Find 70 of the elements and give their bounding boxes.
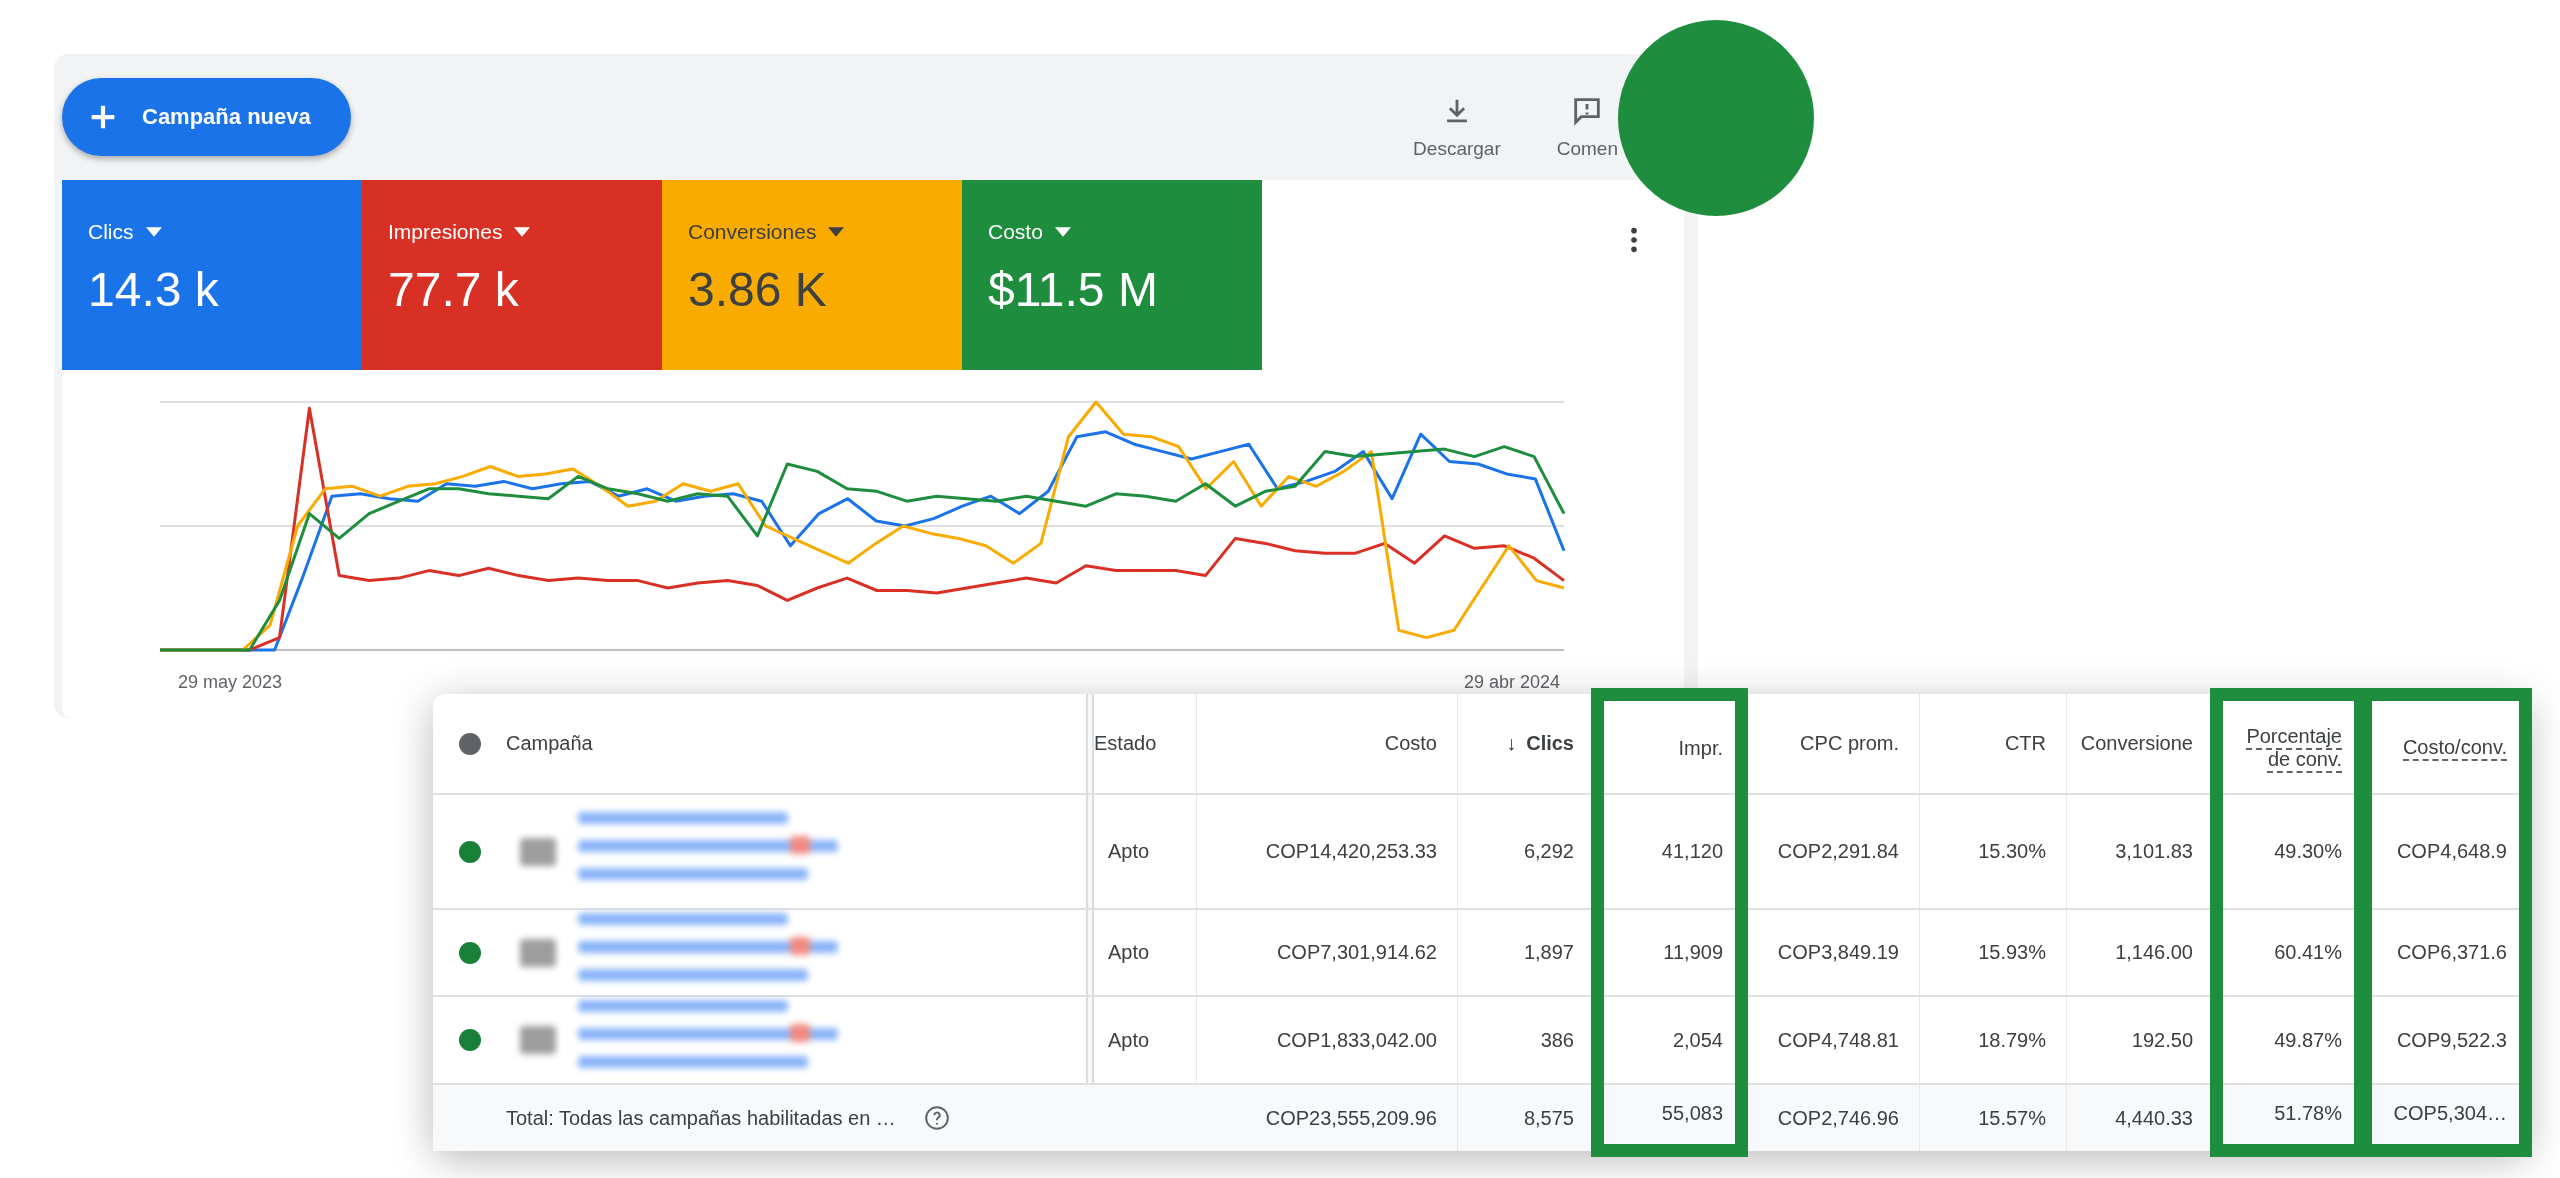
table-cell: COP1,833,042.00 xyxy=(1197,997,1458,1083)
axis-label: 29 may 2023 xyxy=(178,672,283,693)
metric-value: 3.86 K xyxy=(688,262,828,317)
table-cell-text: 60.41% xyxy=(2273,940,2343,965)
table-cell: COP3,849.19 xyxy=(1744,910,1920,995)
table-cell: 15.30% xyxy=(1920,795,2067,908)
total-cell: COP23,555,209.96 xyxy=(1197,1085,1458,1151)
column-header[interactable]: Campaña xyxy=(506,732,593,755)
metric-card[interactable]: Impresiones 77.7 k xyxy=(362,180,662,370)
caret-icon xyxy=(1054,227,1071,237)
table-cell: Apto xyxy=(1094,795,1197,908)
table-cell: 3,101.83 xyxy=(2067,795,2214,908)
column-header[interactable]: Conversione xyxy=(2067,694,2214,793)
metric-card[interactable]: Costo $11.5 M xyxy=(962,180,1262,370)
new-campaign-button[interactable]: Campaña nueva xyxy=(62,78,351,156)
table-cell-text: 41,120 xyxy=(1660,839,1724,864)
column-header[interactable]: CTR xyxy=(1920,694,2067,793)
metric-value: 14.3 k xyxy=(88,262,220,317)
caret-icon xyxy=(828,227,845,237)
caret-icon xyxy=(514,227,531,237)
table-cell-text: 49.30% xyxy=(2273,839,2343,864)
metric-label: Clics xyxy=(88,220,134,244)
download-button[interactable]: Descargar xyxy=(1413,94,1501,160)
table-cell: COP4,748.81 xyxy=(1744,997,1920,1083)
help-icon[interactable] xyxy=(923,1105,950,1131)
total-cell: COP2,746.96 xyxy=(1744,1085,1920,1151)
table-cell: 386 xyxy=(1458,997,1595,1083)
caret-icon xyxy=(145,227,162,237)
table-cell-text: COP6,371.6 xyxy=(2395,940,2508,965)
column-header[interactable]: Estado xyxy=(1094,694,1197,793)
column-header[interactable]: Costo/conv. xyxy=(2374,703,2517,793)
table-cell: Apto xyxy=(1094,910,1197,995)
metric-value: $11.5 M xyxy=(988,262,1159,317)
metric-value: 77.7 k xyxy=(388,262,520,317)
table-cell: 18.79% xyxy=(1920,997,2067,1083)
total-cell-text: COP5,304… xyxy=(2392,1101,2508,1126)
table-cell: COP7,301,914.62 xyxy=(1197,910,1458,995)
status-icon xyxy=(458,732,481,755)
table-cell: 192.50 xyxy=(2067,997,2214,1083)
table-cell: 1,146.00 xyxy=(2067,910,2214,995)
table-cell-text: 49.87% xyxy=(2273,1027,2343,1053)
total-cell: 15.57% xyxy=(1920,1085,2067,1151)
metric-card[interactable]: Conversiones 3.86 K xyxy=(662,180,962,370)
metric-label: Costo xyxy=(988,220,1043,244)
table-cell-text: COP4,648.9 xyxy=(2395,839,2508,864)
table-cell: COP14,420,253.33 xyxy=(1197,795,1458,908)
total-cell-text: 55,083 xyxy=(1660,1101,1724,1126)
metric-label: Impresiones xyxy=(388,220,503,244)
metric-card[interactable]: Clics 14.3 k xyxy=(62,180,362,370)
table-cell: Apto xyxy=(1094,997,1197,1083)
table-cell: 6,292 xyxy=(1458,795,1595,908)
column-header[interactable]: Impr. xyxy=(1606,703,1733,793)
total-cell-text: 51.78% xyxy=(2273,1101,2343,1126)
table-cell-text: 11,909 xyxy=(1662,940,1724,965)
total-cell: 4,440.33 xyxy=(2067,1085,2214,1151)
table-cell-text: 2,054 xyxy=(1671,1027,1724,1053)
table-cell: 15.93% xyxy=(1920,910,2067,995)
metric-label: Conversiones xyxy=(688,220,817,244)
column-header[interactable]: Porcentaje de conv. xyxy=(2225,703,2352,793)
column-header[interactable]: ↓ Clics xyxy=(1458,694,1595,793)
column-header[interactable]: CPC prom. xyxy=(1744,694,1920,793)
total-cell: 8,575 xyxy=(1458,1085,1595,1151)
table-cell: COP2,291.84 xyxy=(1744,795,1920,908)
total-label: Total: Todas las campañas habilitadas en … xyxy=(506,1106,896,1130)
table-cell: 1,897 xyxy=(1458,910,1595,995)
table-cell-text: COP9,522.3 xyxy=(2395,1027,2508,1053)
more-icon[interactable] xyxy=(1630,226,1638,254)
feedback-button[interactable]: Comen xyxy=(1556,94,1618,160)
column-header[interactable]: Costo xyxy=(1197,694,1458,793)
axis-label: 29 abr 2024 xyxy=(1463,672,1560,693)
